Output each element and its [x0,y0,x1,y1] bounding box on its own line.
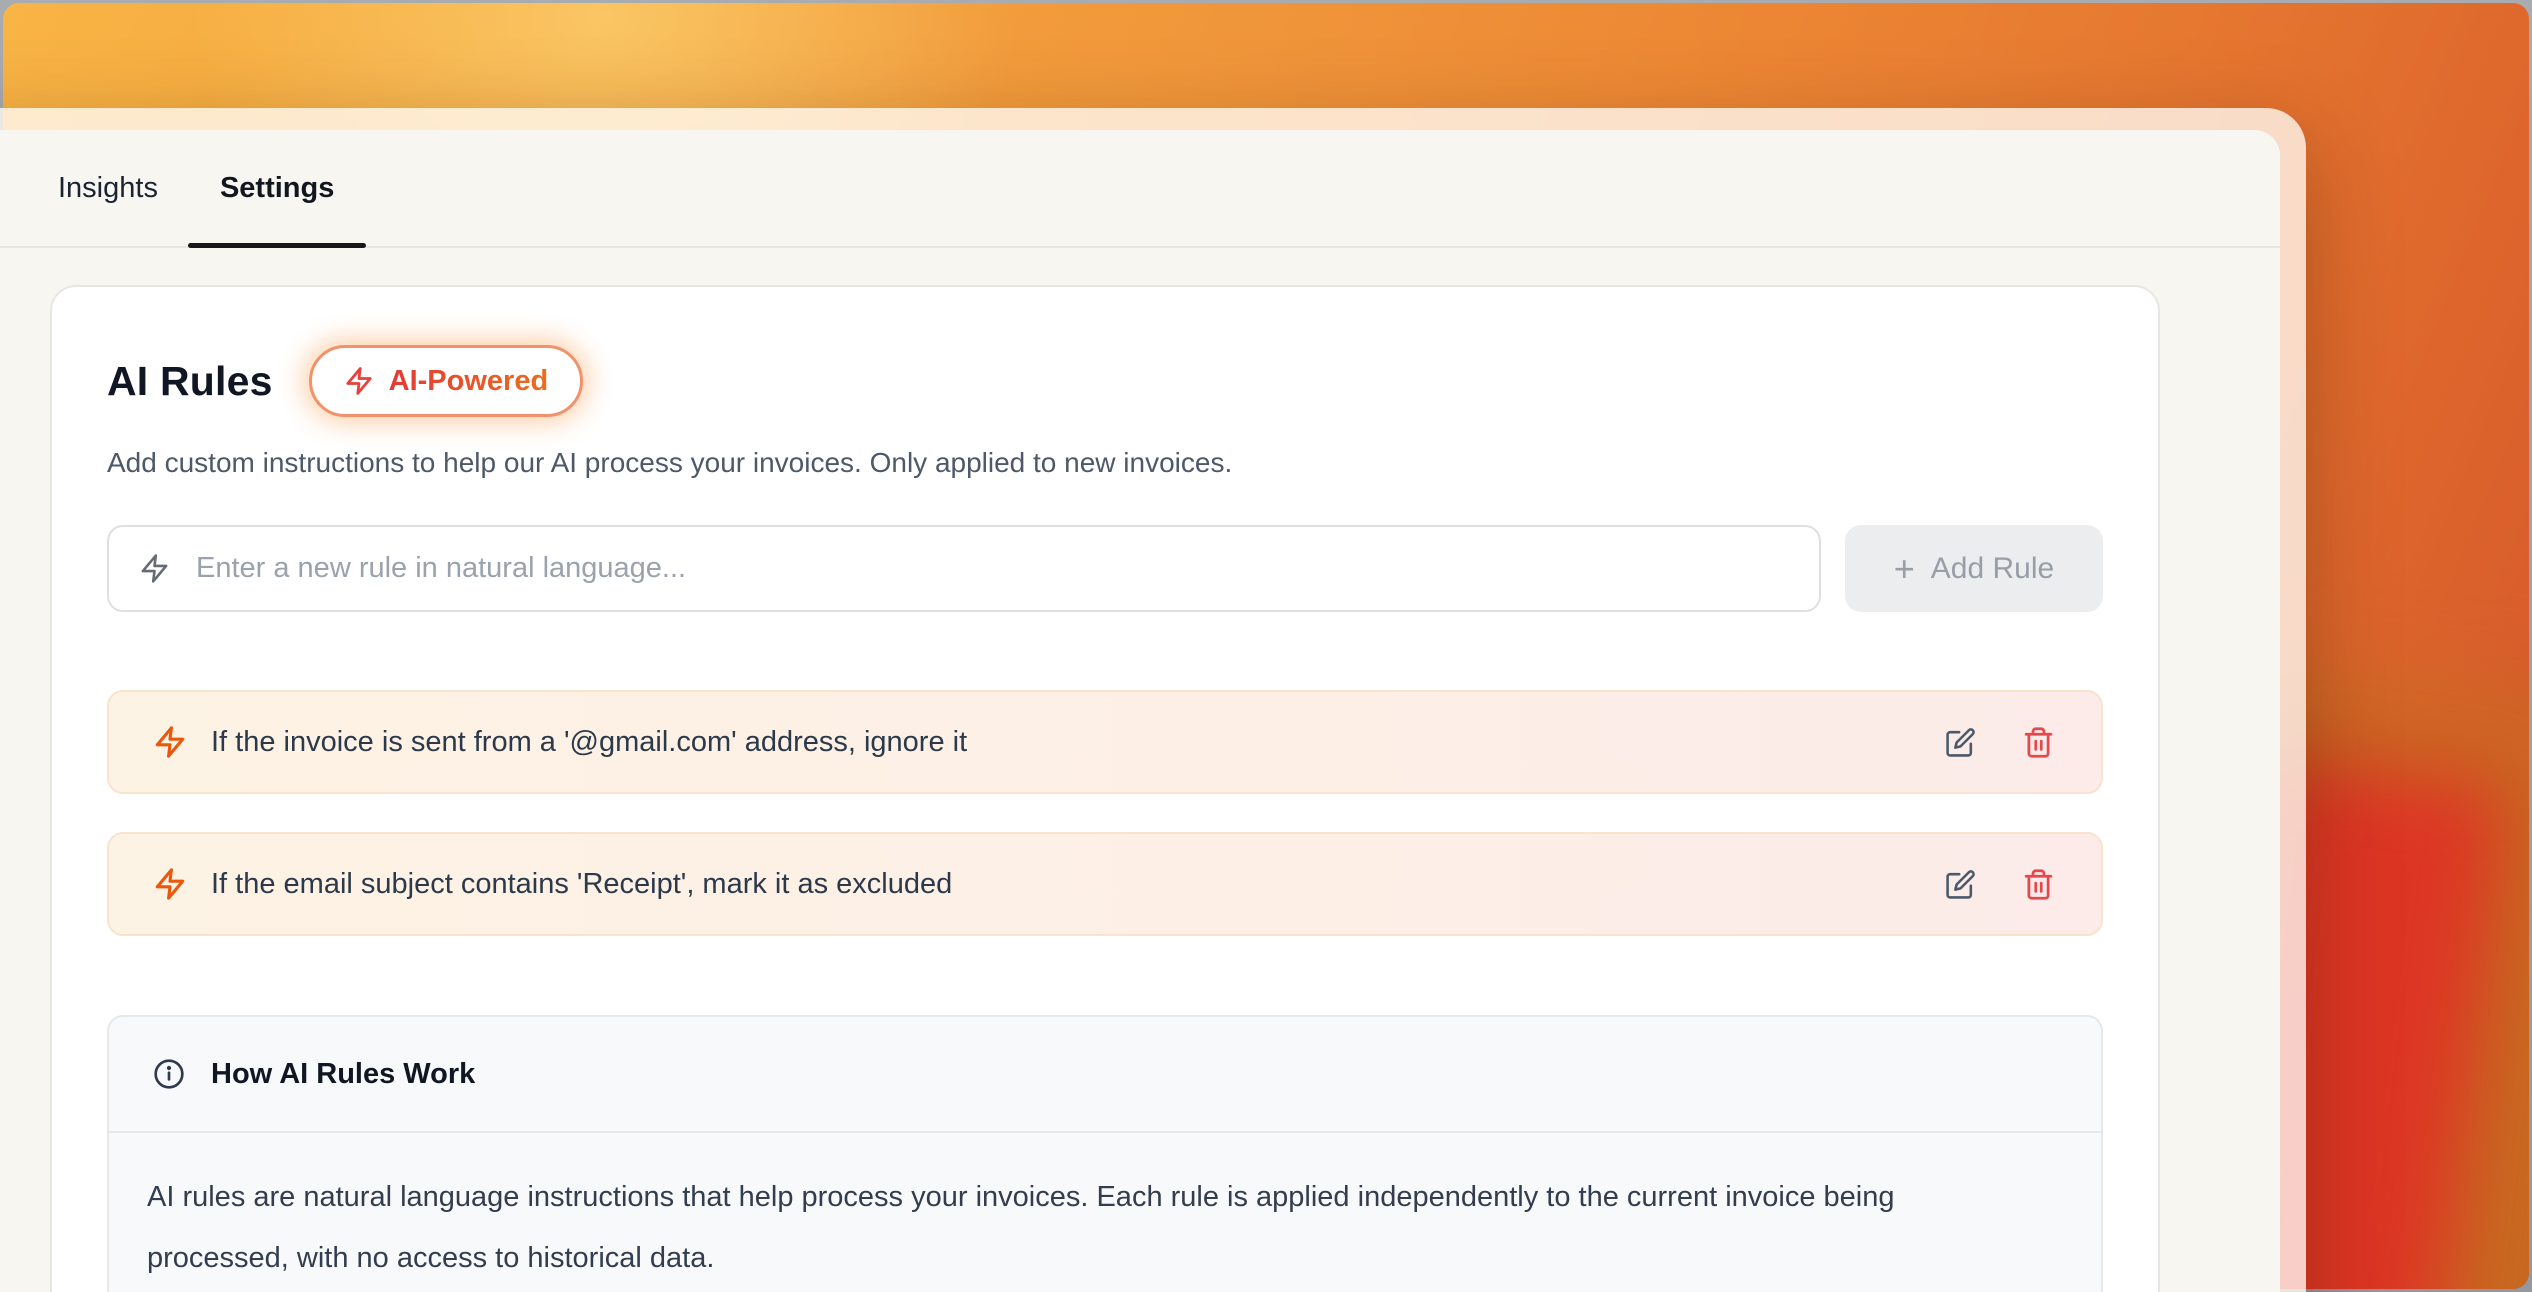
settings-page: AI Rules AI-Powered Add custom instructi… [0,248,2280,1292]
rule-input-row: + Add Rule [107,525,2103,612]
info-box-text: AI rules are natural language instructio… [147,1181,1895,1274]
tab-settings[interactable]: Settings [187,130,367,248]
plus-icon: + [1893,547,1915,589]
rule-actions [1945,868,2055,901]
badge-label: AI-Powered [388,364,549,397]
edit-icon [1945,727,1976,758]
trash-icon [2022,868,2055,901]
ai-powered-badge: AI-Powered [308,345,584,417]
bolt-icon [153,867,187,901]
info-box: How AI Rules Work AI rules are natural l… [107,1015,2103,1292]
edit-rule-button[interactable] [1945,727,1976,758]
edit-icon [1945,869,1976,900]
screen: Insights Settings AI Rules AI-Powered Ad… [0,0,2532,1292]
window-content: Insights Settings AI Rules AI-Powered Ad… [0,130,2280,1292]
app-window: Insights Settings AI Rules AI-Powered Ad… [0,108,2306,1292]
rule-input[interactable] [194,551,1789,586]
page-title: AI Rules [107,357,273,404]
bolt-icon [344,366,374,396]
edit-rule-button[interactable] [1945,869,1976,900]
info-icon [153,1058,185,1090]
card-description: Add custom instructions to help our AI p… [107,447,1233,478]
trash-icon [2022,726,2055,759]
rule-text: If the invoice is sent from a '@gmail.co… [211,725,968,758]
info-box-header: How AI Rules Work [109,1017,2101,1133]
bolt-icon [153,725,187,759]
bolt-icon [139,553,170,584]
rule-row: If the invoice is sent from a '@gmail.co… [107,690,2103,794]
ai-rules-card: AI Rules AI-Powered Add custom instructi… [50,285,2160,1292]
card-header: AI Rules AI-Powered [107,345,2103,417]
info-box-title: How AI Rules Work [211,1057,476,1090]
rules-list: If the invoice is sent from a '@gmail.co… [107,690,2103,936]
rule-input-wrapper [107,525,1821,612]
add-rule-button[interactable]: + Add Rule [1845,525,2103,612]
rule-actions [1945,726,2055,759]
info-box-body: AI rules are natural language instructio… [109,1133,2101,1292]
tab-insights[interactable]: Insights [58,130,158,246]
delete-rule-button[interactable] [2022,726,2055,759]
tab-bar: Insights Settings [0,130,2280,248]
delete-rule-button[interactable] [2022,868,2055,901]
rule-row: If the email subject contains 'Receipt',… [107,832,2103,936]
add-rule-label: Add Rule [1930,551,2055,585]
rule-text: If the email subject contains 'Receipt',… [211,867,953,900]
